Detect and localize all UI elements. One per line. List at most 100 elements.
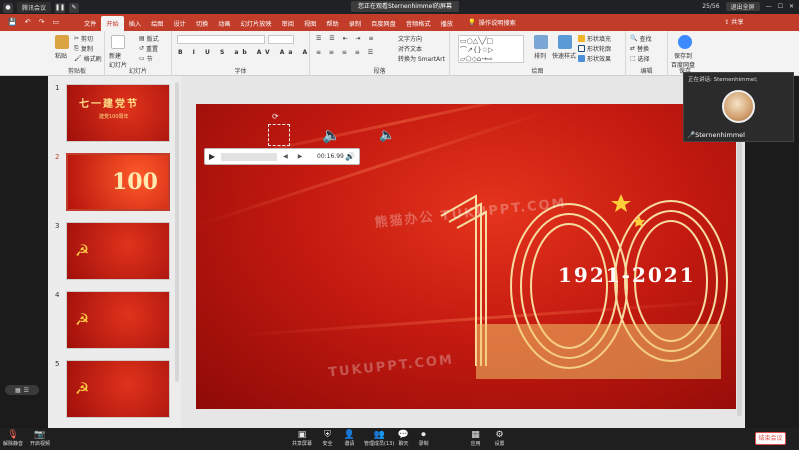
font-family-combo[interactable] (177, 35, 265, 44)
font-size-combo[interactable] (268, 35, 294, 44)
tell-me-search[interactable]: 💡 操作说明搜索 (468, 18, 516, 27)
apps-button[interactable]: ▦ 应用 (470, 430, 481, 447)
view-toggle[interactable]: ▦ ☰ (5, 385, 39, 395)
settings-label: 设置 (494, 441, 505, 447)
arrange-icon[interactable] (534, 35, 548, 49)
close-icon[interactable]: ✕ (789, 3, 794, 10)
slide-thumbnail-5[interactable]: ☭ (66, 360, 170, 418)
share-button[interactable]: ⇪ 共享 (724, 17, 744, 26)
smartart-button[interactable]: 转换为 SmartArt (398, 54, 445, 63)
layout-icon: ▤ (139, 35, 145, 42)
find-button[interactable]: 🔍 查找 (630, 34, 652, 43)
video-label: 开启视频 (30, 441, 51, 447)
record-button[interactable]: ⏺ 录制 (418, 430, 429, 447)
annotate-icon[interactable]: ✎ (69, 2, 80, 13)
slide-thumbnail-2[interactable]: 100 (66, 153, 170, 211)
end-meeting-button[interactable]: 结束会议 (755, 432, 786, 445)
video-button[interactable]: 📷 开启视频 (30, 430, 50, 447)
slide-canvas[interactable]: 1921-2021 熊猫办公 TUKUPPT.COM TUKUPPT.COM 🔈… (196, 104, 736, 409)
tab-help[interactable]: 帮助 (321, 16, 343, 31)
speaker-icon[interactable]: 🔈 (379, 128, 395, 143)
replace-button[interactable]: ⇄ 替换 (630, 44, 649, 53)
save-icon[interactable]: 💾 (8, 18, 17, 26)
shape-outline-button[interactable]: 形状轮廓 (578, 44, 611, 53)
slide-thumbnail-4[interactable]: ☭ (66, 291, 170, 349)
audio-progress-bar[interactable] (221, 152, 278, 161)
video-tile[interactable]: 正在讲话: Sternenhimmel; 🎤Sternenhimmel (683, 72, 794, 142)
present-icon[interactable]: ▭ (52, 18, 59, 26)
tab-record[interactable]: 录制 (344, 16, 366, 31)
thumb-100-graphic: 100 (112, 169, 158, 195)
shape-fill-button[interactable]: 形状填充 (578, 34, 611, 43)
unmute-button[interactable]: 🎙 解除静音 (3, 430, 23, 447)
security-button[interactable]: ⛨ 安全 (322, 430, 333, 447)
baidu-netdisk-icon[interactable] (678, 35, 692, 49)
text-direction-button[interactable]: 文字方向 (398, 34, 422, 43)
tab-baidu[interactable]: 百度网盘 (366, 16, 401, 31)
group-label-clipboard: 剪贴板 (67, 68, 86, 75)
redo-icon[interactable]: ↷ (39, 18, 45, 26)
forward-icon[interactable]: ▶ (298, 153, 303, 160)
align-text-button[interactable]: 对齐文本 (398, 44, 422, 53)
exit-fullscreen-button[interactable]: 退出全屏 (725, 2, 760, 11)
align-buttons[interactable]: ≡ ≡ ≡ ≡ ☰ (316, 49, 376, 56)
audio-player: ▶ ◀ ▶ 00:16.99 🔊 (204, 148, 360, 165)
tab-draw[interactable]: 绘图 (146, 16, 168, 31)
arrange-button[interactable]: 排列 (534, 51, 546, 60)
invite-button[interactable]: 👤 邀请 (344, 430, 355, 447)
quick-styles-button[interactable]: 快速样式 (552, 51, 576, 60)
tab-file[interactable]: 文件 (79, 16, 101, 31)
tab-playback[interactable]: 播放 (436, 16, 458, 31)
thumbnails-scrollbar[interactable] (175, 82, 179, 382)
rotate-handle-icon[interactable]: ⟳ (272, 112, 279, 121)
select-button[interactable]: ⬚ 选择 (630, 54, 650, 63)
tab-transitions[interactable]: 切换 (191, 16, 213, 31)
meeting-title: 您正在观看Sternenhimmel的屏幕 (351, 1, 459, 12)
manage-members-button[interactable]: 👥 管理成员(13) (364, 430, 394, 447)
tab-slideshow[interactable]: 幻灯片放映 (236, 16, 277, 31)
layout-button[interactable]: ▤ 版式 (139, 34, 159, 43)
pause-icon[interactable]: ❚❚ (55, 2, 65, 13)
thumb-number: 4 (55, 291, 60, 299)
paste-button[interactable]: 粘贴 (55, 51, 67, 60)
paste-icon[interactable] (55, 35, 69, 49)
slide-thumbnail-3[interactable]: ☭ (66, 222, 170, 280)
undo-icon[interactable]: ↶ (25, 18, 31, 26)
participant-name: 🎤Sternenhimmel (687, 131, 745, 139)
copy-button[interactable]: ⎘ 复制 (74, 44, 93, 54)
cut-button[interactable]: ✂ 剪切 (74, 34, 93, 43)
tab-insert[interactable]: 插入 (124, 16, 146, 31)
quick-styles-icon[interactable] (558, 35, 572, 49)
selection-box[interactable] (268, 124, 290, 146)
play-icon[interactable]: ▶ (209, 152, 215, 161)
list-buttons[interactable]: ☰ ☰ ⇤ ⇥ ≡ (316, 35, 376, 42)
tab-audio-format[interactable]: 音频格式 (401, 16, 436, 31)
slide-scrollbar[interactable] (737, 138, 742, 416)
volume-icon[interactable]: 🔊 (345, 152, 355, 161)
shapes-gallery[interactable]: ▭○△╲╱□ ⌒↗{}☆▷ ▱⬠◇⌂→⇨ (458, 35, 524, 63)
tab-design[interactable]: 设计 (169, 16, 191, 31)
chat-button[interactable]: 💬 聊天 (398, 430, 409, 447)
camera-off-icon: 📷 (34, 430, 46, 440)
shape-effects-button[interactable]: 形状效果 (578, 54, 611, 63)
settings-button[interactable]: ⚙ 设置 (494, 430, 505, 447)
maximize-icon[interactable]: ☐ (778, 3, 783, 10)
tab-animations[interactable]: 动画 (213, 16, 235, 31)
group-label-paragraph: 段落 (373, 68, 386, 75)
share-screen-button[interactable]: ▣ 共享屏幕 (292, 430, 312, 447)
section-button[interactable]: ▭ 节 (139, 54, 153, 63)
speaker-icon[interactable]: 🔈 (322, 126, 341, 144)
list-icon: ☰ (23, 386, 30, 394)
slide-thumbnail-1[interactable]: 七一建党节 建党100周年 (66, 84, 170, 142)
new-slide-icon[interactable] (111, 35, 125, 49)
select-icon: ⬚ (630, 55, 636, 62)
tab-view[interactable]: 视图 (299, 16, 321, 31)
tab-home[interactable]: 开始 (101, 16, 124, 31)
effects-icon (578, 55, 585, 62)
tab-review[interactable]: 审阅 (277, 16, 299, 31)
minimize-icon[interactable]: — (766, 3, 772, 10)
font-style-buttons[interactable]: B I U S ab AV Aa A (178, 49, 311, 56)
reset-button[interactable]: ↺ 重置 (139, 44, 158, 53)
format-painter-button[interactable]: 🖌 格式刷 (74, 54, 102, 63)
rewind-icon[interactable]: ◀ (283, 153, 288, 160)
